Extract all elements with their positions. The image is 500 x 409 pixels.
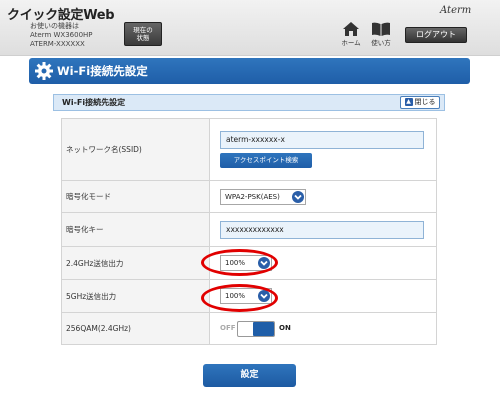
power-5-label: 5GHz送信出力 (61, 279, 210, 313)
qam-toggle[interactable]: OFF ON (220, 320, 298, 337)
status-button-line1: 現在の (133, 26, 153, 34)
device-name: ATERM-XXXXXX (30, 40, 85, 48)
row-key: 暗号化キー xxxxxxxxxxxxx (61, 212, 437, 247)
brand-logo: Aterm (440, 5, 472, 16)
ssid-input[interactable]: aterm-xxxxxx-x (220, 131, 424, 149)
toggle-track (237, 320, 275, 337)
help-label: 使い方 (371, 39, 391, 47)
key-label: 暗号化キー (61, 212, 210, 247)
collapse-button[interactable]: ▲ 閉じる (400, 96, 440, 109)
row-qam: 256QAM(2.4GHz) OFF ON (61, 312, 437, 345)
qam-label: 256QAM(2.4GHz) (61, 312, 210, 345)
section-title-bar: Wi-Fi接続先設定 (29, 58, 470, 84)
help-nav[interactable]: 使い方 (369, 22, 393, 48)
qam-cell: OFF ON (209, 312, 437, 345)
device-model: Aterm WX3600HP (30, 31, 93, 39)
highlight-ellipse-5ghz (201, 284, 278, 312)
book-icon (372, 22, 390, 36)
device-info: お使いの機器は Aterm WX3600HP ATERM-XXXXXX (30, 22, 93, 49)
qam-off-label: OFF (220, 323, 236, 332)
chevron-up-icon: ▲ (404, 98, 413, 106)
ssid-label: ネットワーク名(SSID) (61, 118, 210, 181)
logout-button[interactable]: ログアウト (405, 27, 467, 43)
collapse-label: 閉じる (414, 98, 436, 106)
gear-icon (35, 62, 53, 80)
encryption-select[interactable]: WPA2-PSK(AES) (220, 188, 306, 205)
submit-button[interactable]: 設定 (203, 364, 296, 387)
chevron-down-icon (292, 190, 304, 203)
ssid-cell: aterm-xxxxxx-x アクセスポイント検索 (209, 118, 437, 181)
panel-title: Wi-Fi接続先設定 (62, 98, 126, 107)
header-bar: クイック設定Web お使いの機器は Aterm WX3600HP ATERM-X… (0, 0, 500, 56)
home-label: ホーム (341, 39, 361, 47)
home-icon (343, 22, 359, 36)
toggle-knob (253, 321, 274, 336)
row-encryption: 暗号化モード WPA2-PSK(AES) (61, 180, 437, 213)
section-title: Wi-Fi接続先設定 (57, 64, 148, 78)
ap-search-button[interactable]: アクセスポイント検索 (220, 153, 312, 168)
encryption-cell: WPA2-PSK(AES) (209, 180, 437, 213)
current-status-button[interactable]: 現在の 状態 (124, 22, 162, 46)
status-button-line2: 状態 (136, 34, 150, 42)
key-input[interactable]: xxxxxxxxxxxxx (220, 220, 424, 239)
home-nav[interactable]: ホーム (339, 22, 363, 48)
qam-on-label: ON (279, 323, 291, 332)
app-title: クイック設定Web (7, 8, 115, 23)
power-24-label: 2.4GHz送信出力 (61, 246, 210, 280)
panel-header: Wi-Fi接続先設定 ▲ 閉じる (53, 94, 445, 111)
device-caption: お使いの機器は (30, 22, 79, 30)
highlight-ellipse-24ghz (201, 249, 278, 276)
encryption-label: 暗号化モード (61, 180, 210, 213)
row-ssid: ネットワーク名(SSID) aterm-xxxxxx-x アクセスポイント検索 (61, 118, 437, 181)
encryption-value: WPA2-PSK(AES) (225, 192, 280, 201)
key-cell: xxxxxxxxxxxxx (209, 212, 437, 247)
